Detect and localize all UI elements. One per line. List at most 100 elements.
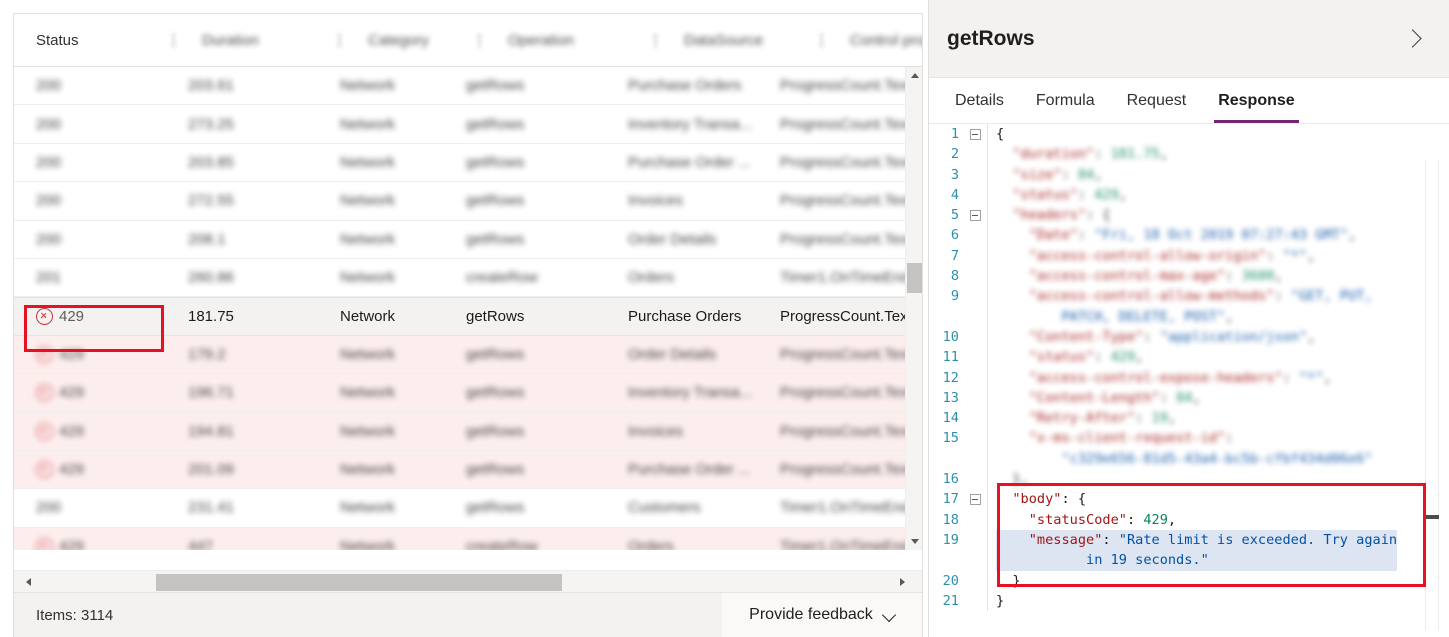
table-row[interactable]: 429 194.81 Network getRows Invoices ProgressC… [14,412,922,451]
fold-toggle-icon[interactable] [963,489,987,509]
table-row[interactable]: 200 272.55 Network getRows Invoices ProgressC… [14,182,922,221]
code-line: 17 "body": { [929,489,1449,510]
scroll-down-arrow[interactable] [906,533,922,550]
tab-formula[interactable]: Formula [1020,79,1111,123]
cell-operation: getRows [466,345,525,363]
horizontal-scroll-thumb[interactable] [156,574,562,591]
column-separator-icon [814,38,828,42]
cell-control: ProgressCount.Text [780,384,912,402]
line-number: 15 [942,430,959,447]
tab-response[interactable]: Response [1202,79,1310,123]
status-code-text: 200 [36,153,62,171]
gutter-rule [987,509,988,530]
column-separator-icon [332,38,346,42]
cell-operation: getRows [466,153,525,171]
grid-header-row: Status Duration Category Operation DataS… [14,14,922,67]
gutter-rule [987,529,988,571]
response-vertical-scrollbar[interactable] [1425,160,1439,630]
provide-feedback-button[interactable]: Provide feedback [722,593,922,637]
provide-feedback-label: Provide feedback [749,606,873,623]
code-line: 7 "access-control-allow-origin": "*", [929,245,1449,267]
detail-panel-title: getRows [947,26,1035,50]
line-number: 7 [950,247,959,264]
grid-vertical-scrollbar[interactable] [905,67,922,550]
table-row[interactable]: 429 181.75 Network getRows Purchase Orders Pr… [14,297,922,336]
code-line: 6 "Date": "Fri, 18 Oct 2019 07:27:43 GMT… [929,225,1449,246]
items-count-label: Items: 3114 [36,606,114,624]
cell-datasource: Inventory Transa... [628,384,753,402]
tab-details[interactable]: Details [939,79,1020,123]
code-text: } [996,592,1005,609]
scroll-right-arrow[interactable] [892,571,912,592]
line-number: 3 [950,166,959,183]
cell-control: Timer1.OnTimeEnd [780,269,910,287]
fold-toggle-icon[interactable] [963,205,987,225]
grid-footer: Items: 3114 Provide feedback [14,592,922,637]
cell-status: 200 [14,154,166,171]
tab-request[interactable]: Request [1111,79,1203,123]
column-header-category[interactable]: Category [346,32,472,49]
vertical-scroll-thumb[interactable] [907,263,922,293]
line-number: 16 [942,471,959,488]
table-row[interactable]: 201 260.86 Network createRow Orders Timer1.On… [14,258,922,298]
gutter-rule [987,184,988,206]
line-number: 1 [950,126,959,142]
status-badge: 429 [36,345,166,363]
table-row[interactable]: 200 273.25 Network getRows Inventory Transa.… [14,105,922,144]
scroll-left-arrow[interactable] [18,571,38,592]
code-text: "duration": 181.75, [996,146,1168,163]
cell-operation: getRows [466,384,525,402]
gutter-rule [987,124,988,145]
scroll-up-arrow[interactable] [906,67,922,84]
cell-datasource: Invoices [628,192,684,210]
table-row[interactable]: 200 203.85 Network getRows Purchase Order ..… [14,143,922,183]
column-header-duration[interactable]: Duration [180,32,332,49]
table-row[interactable]: 200 231.41 Network getRows Customers Timer1.O… [14,489,922,528]
table-row[interactable]: 429 196.71 Network getRows Inventory Transa.… [14,374,922,413]
collapse-panel-button[interactable] [1397,24,1427,54]
cell-category: Network [340,230,396,248]
column-header-control-property[interactable]: Control property [828,32,922,49]
status-code-text: 429 [59,537,85,550]
fold-toggle-icon[interactable] [963,124,987,144]
cell-duration: 179.2 [188,345,226,363]
cell-control: ProgressCount.Text [780,230,912,248]
code-text: "access-control-expose-headers": "*", [996,369,1332,386]
column-header-datasource[interactable]: DataSource [662,32,814,49]
cell-category: Network [340,422,396,440]
status-code-text: 200 [36,77,62,95]
table-row[interactable]: 200 203.61 Network getRows Purchase Orders Pr… [14,67,922,106]
column-header-status[interactable]: Status [14,32,166,49]
grid-horizontal-scrollbar[interactable] [14,570,922,592]
grid-body: 200 203.61 Network getRows Purchase Orders Pr… [14,67,922,550]
cell-operation: getRows [466,461,525,479]
cell-operation: getRows [466,230,525,248]
cell-operation: getRows [466,77,525,95]
table-row[interactable]: 200 208.1 Network getRows Order Details Progr… [14,220,922,259]
code-line: 15 "x-ms-client-request-id": "c329e656-8… [929,428,1449,470]
table-row[interactable]: 429 201.09 Network getRows Purchase Order ..… [14,450,922,490]
code-line: 4 "status": 429, [929,184,1449,206]
response-scroll-thumb[interactable] [1426,515,1439,519]
cell-status: 200 [14,116,166,133]
line-number: 6 [950,227,959,244]
table-row[interactable]: 429 447 Network createRow Orders Timer1.OnTim… [14,527,922,550]
cell-status: 200 [14,192,166,209]
cell-category: Network [340,77,396,95]
cell-category: Network [340,269,396,287]
code-line: 3 "size": 84, [929,164,1449,185]
line-number: 21 [942,592,959,609]
table-row[interactable]: 429 179.2 Network getRows Order Details Progr… [14,335,922,375]
response-code-viewer[interactable]: 1{2 "duration": 181.75, 3 "size": 84, 4 "s… [929,124,1449,637]
monitor-grid-pane: Status Duration Category Operation DataS… [13,13,923,637]
column-header-operation[interactable]: Operation [486,32,648,49]
gutter-rule [987,428,988,470]
